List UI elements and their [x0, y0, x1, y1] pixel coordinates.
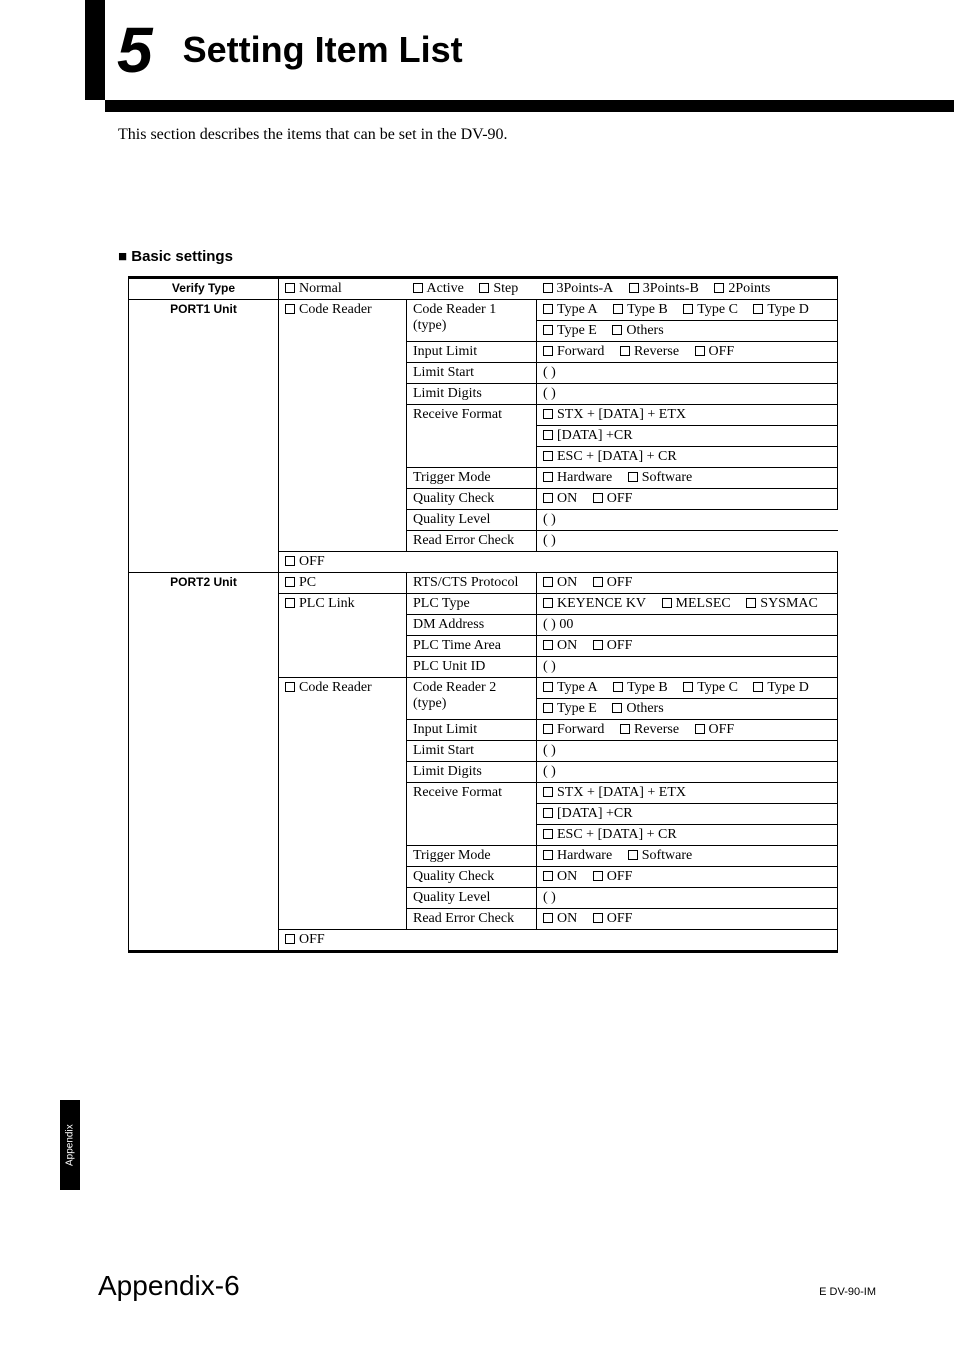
- checkbox-icon[interactable]: [683, 304, 693, 314]
- checkbox-icon[interactable]: [695, 724, 705, 734]
- checkbox-icon[interactable]: [285, 598, 295, 608]
- checkbox-icon[interactable]: [612, 325, 622, 335]
- page-number: Appendix-6: [98, 1270, 240, 1302]
- checkbox-icon[interactable]: [695, 346, 705, 356]
- checkbox-icon[interactable]: [612, 703, 622, 713]
- checkbox-icon[interactable]: [543, 409, 553, 419]
- doc-id: E DV-90-IM: [819, 1286, 876, 1298]
- checkbox-icon[interactable]: [620, 724, 630, 734]
- section-basic-settings: Basic settings: [118, 248, 233, 265]
- checkbox-icon[interactable]: [543, 283, 553, 293]
- checkbox-icon[interactable]: [593, 913, 603, 923]
- checkbox-icon[interactable]: [753, 304, 763, 314]
- checkbox-icon[interactable]: [628, 472, 638, 482]
- chapter-header: 5 Setting Item List: [105, 0, 954, 100]
- checkbox-icon[interactable]: [543, 304, 553, 314]
- checkbox-icon[interactable]: [543, 451, 553, 461]
- checkbox-icon[interactable]: [413, 283, 423, 293]
- checkbox-icon[interactable]: [543, 577, 553, 587]
- checkbox-icon[interactable]: [746, 598, 756, 608]
- checkbox-icon[interactable]: [543, 850, 553, 860]
- checkbox-icon[interactable]: [479, 283, 489, 293]
- checkbox-icon[interactable]: [593, 577, 603, 587]
- checkbox-icon[interactable]: [285, 283, 295, 293]
- checkbox-icon[interactable]: [285, 577, 295, 587]
- checkbox-icon[interactable]: [543, 829, 553, 839]
- checkbox-icon[interactable]: [543, 598, 553, 608]
- checkbox-icon[interactable]: [543, 430, 553, 440]
- row-verify-type: Verify Type: [129, 278, 279, 300]
- row-port1-unit: PORT1 Unit: [129, 300, 279, 531]
- checkbox-icon[interactable]: [753, 682, 763, 692]
- checkbox-icon[interactable]: [285, 304, 295, 314]
- checkbox-icon[interactable]: [628, 850, 638, 860]
- checkbox-icon[interactable]: [543, 808, 553, 818]
- intro-text: This section describes the items that ca…: [118, 126, 508, 144]
- checkbox-icon[interactable]: [285, 934, 295, 944]
- settings-table: Verify Type Normal Active Step 3Points-A…: [128, 276, 838, 953]
- checkbox-icon[interactable]: [629, 283, 639, 293]
- checkbox-icon[interactable]: [620, 346, 630, 356]
- chapter-number: 5: [117, 13, 153, 87]
- page-footer: Appendix-6 E DV-90-IM: [98, 1270, 876, 1302]
- checkbox-icon[interactable]: [714, 283, 724, 293]
- checkbox-icon[interactable]: [683, 682, 693, 692]
- checkbox-icon[interactable]: [285, 556, 295, 566]
- checkbox-icon[interactable]: [613, 304, 623, 314]
- checkbox-icon[interactable]: [593, 871, 603, 881]
- checkbox-icon[interactable]: [543, 640, 553, 650]
- checkbox-icon[interactable]: [593, 493, 603, 503]
- checkbox-icon[interactable]: [593, 640, 603, 650]
- checkbox-icon[interactable]: [543, 493, 553, 503]
- checkbox-icon[interactable]: [543, 703, 553, 713]
- checkbox-icon[interactable]: [543, 682, 553, 692]
- chapter-title: Setting Item List: [183, 29, 463, 71]
- checkbox-icon[interactable]: [285, 682, 295, 692]
- checkbox-icon[interactable]: [543, 787, 553, 797]
- checkbox-icon[interactable]: [543, 472, 553, 482]
- checkbox-icon[interactable]: [543, 871, 553, 881]
- checkbox-icon[interactable]: [613, 682, 623, 692]
- checkbox-icon[interactable]: [662, 598, 672, 608]
- checkbox-icon[interactable]: [543, 346, 553, 356]
- row-port2-unit: PORT2 Unit: [129, 573, 279, 952]
- checkbox-icon[interactable]: [543, 724, 553, 734]
- checkbox-icon[interactable]: [543, 913, 553, 923]
- side-tab-appendix: Appendix: [60, 1100, 80, 1190]
- checkbox-icon[interactable]: [543, 325, 553, 335]
